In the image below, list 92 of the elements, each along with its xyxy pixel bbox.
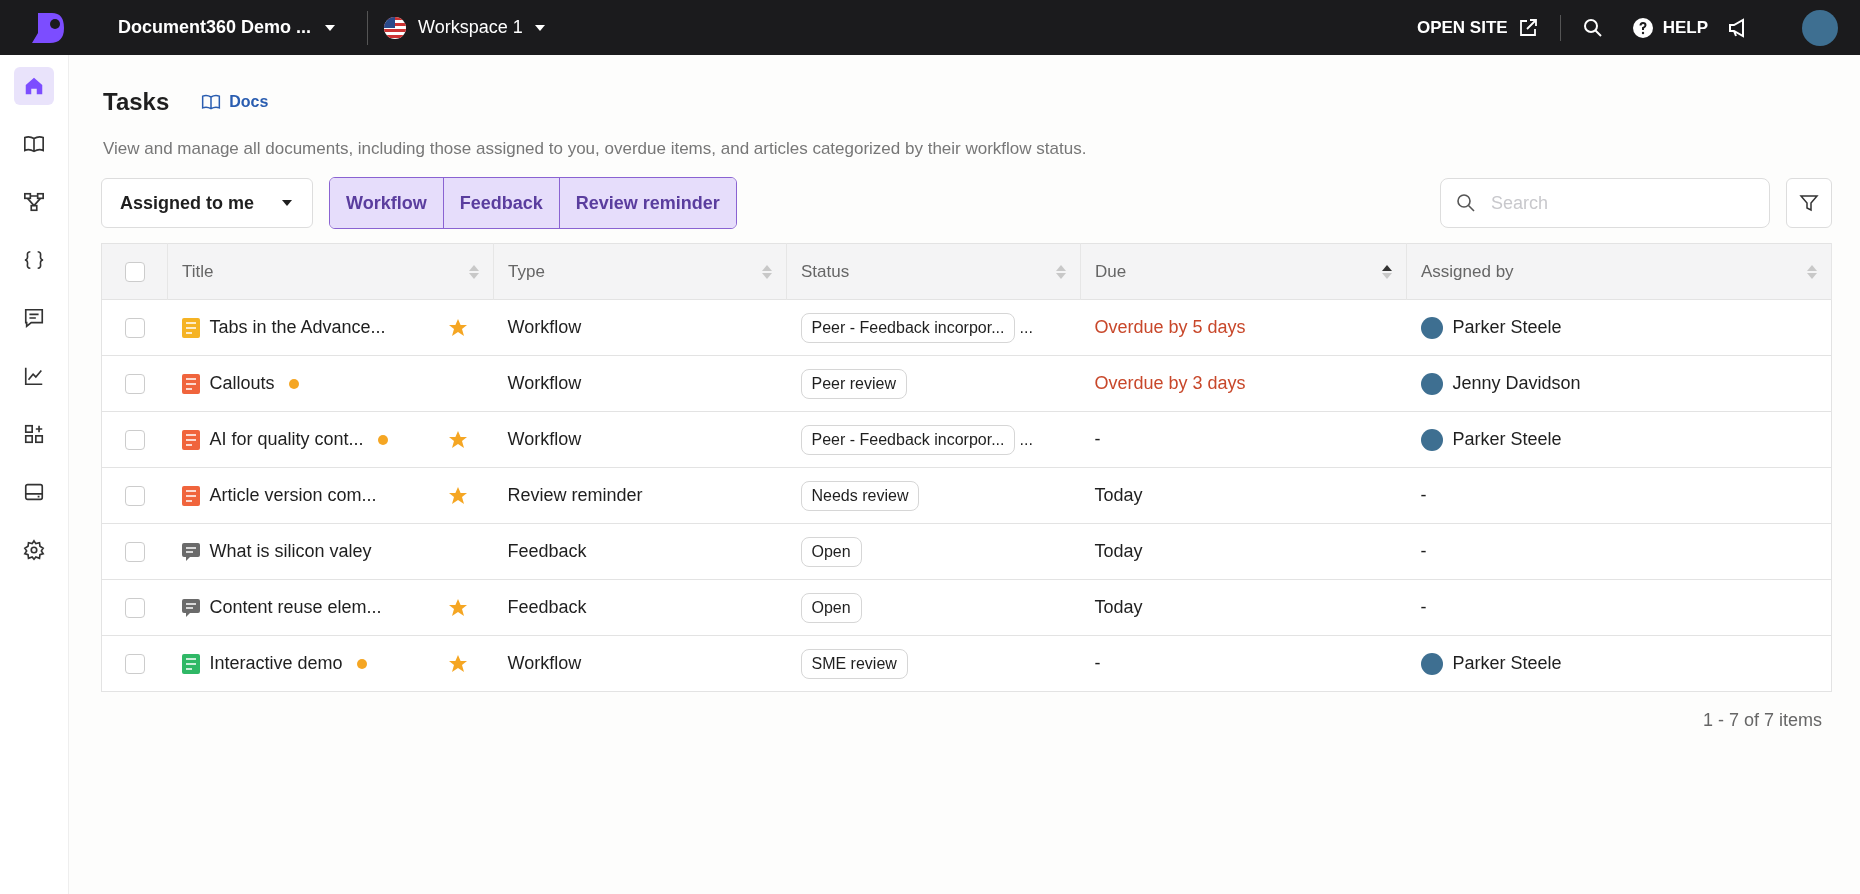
type-cell: Workflow <box>493 635 787 692</box>
docs-link[interactable]: Docs <box>201 92 269 112</box>
star-icon[interactable] <box>447 429 468 450</box>
caret-icon <box>534 24 545 31</box>
type-cell: Workflow <box>493 411 787 468</box>
task-title[interactable]: Article version com... <box>209 485 377 506</box>
due-cell: - <box>1080 635 1407 692</box>
overflow-ellipsis: ... <box>1019 430 1033 448</box>
help-button[interactable]: HELP <box>1632 17 1708 38</box>
due-cell: - <box>1080 411 1407 468</box>
task-title[interactable]: Callouts <box>209 373 275 394</box>
type-filter-toggle[interactable]: Workflow <box>330 178 443 228</box>
star-icon[interactable] <box>447 317 468 338</box>
flag-icon <box>384 16 407 39</box>
search-icon[interactable] <box>1582 17 1603 38</box>
tree-icon <box>23 191 45 213</box>
braces-icon <box>23 249 45 271</box>
row-checkbox[interactable] <box>124 317 145 338</box>
assignee-name: Parker Steele <box>1452 317 1562 338</box>
user-avatar <box>1420 316 1443 339</box>
assignee-name: - <box>1420 597 1427 618</box>
column-header[interactable]: Status <box>786 243 1081 300</box>
filter-button[interactable] <box>1786 178 1832 228</box>
select-all-checkbox[interactable] <box>124 261 145 282</box>
external-link-icon <box>1517 17 1538 38</box>
due-cell: Today <box>1080 579 1407 636</box>
workspace-selector[interactable]: Workspace 1 <box>384 16 545 39</box>
status-tag: SME review <box>800 648 908 679</box>
column-header[interactable]: Assigned by <box>1406 243 1832 300</box>
star-icon[interactable] <box>447 597 468 618</box>
settings-icon <box>23 539 45 561</box>
row-checkbox[interactable] <box>124 373 145 394</box>
home-icon <box>23 75 45 97</box>
column-header[interactable]: Type <box>493 243 787 300</box>
assignee-name: Parker Steele <box>1452 429 1562 450</box>
chart-icon <box>23 365 45 387</box>
due-cell: Overdue by 5 days <box>1080 299 1407 356</box>
page-description: View and manage all documents, including those assigned to you, overdue items, and articles categorized by their workflow status. <box>103 139 1088 159</box>
column-header[interactable]: Due <box>1080 243 1407 300</box>
row-checkbox[interactable] <box>124 541 145 562</box>
row-checkbox[interactable] <box>124 485 145 506</box>
user-avatar[interactable] <box>1802 9 1838 46</box>
task-title[interactable]: What is silicon valey <box>209 541 372 562</box>
row-checkbox[interactable] <box>124 429 145 450</box>
filter-icon <box>1799 193 1819 213</box>
assignee-name: Jenny Davidson <box>1452 373 1581 394</box>
type-cell: Workflow <box>493 299 787 356</box>
caret-icon <box>282 200 292 206</box>
star-icon[interactable] <box>447 653 468 674</box>
book-icon <box>201 92 222 112</box>
type-filter-toggle[interactable]: Feedback <box>442 178 559 228</box>
book-icon <box>23 133 45 155</box>
page-title: Tasks <box>103 88 170 116</box>
column-header[interactable]: Title <box>167 243 494 300</box>
task-title[interactable]: Tabs in the Advance... <box>209 317 386 338</box>
status-tag: Open <box>800 592 862 623</box>
status-tag: Peer review <box>800 368 907 399</box>
search-icon <box>1456 193 1476 213</box>
type-cell: Review reminder <box>493 467 787 524</box>
drive-icon <box>23 481 45 503</box>
task-title[interactable]: AI for quality cont... <box>209 429 364 450</box>
due-cell: Overdue by 3 days <box>1080 355 1407 412</box>
row-checkbox[interactable] <box>124 653 145 674</box>
overflow-ellipsis: ... <box>1019 318 1033 336</box>
type-cell: Feedback <box>493 523 787 580</box>
status-tag: Peer - Feedback incorpor... <box>800 312 1016 343</box>
task-title[interactable]: Content reuse elem... <box>209 597 382 618</box>
assignment-dropdown[interactable]: Assigned to me <box>101 178 313 228</box>
user-avatar <box>1420 372 1443 395</box>
status-tag: Open <box>800 536 862 567</box>
type-filter-toggle[interactable]: Review reminder <box>558 178 736 228</box>
task-title[interactable]: Interactive demo <box>209 653 343 674</box>
status-tag: Peer - Feedback incorpor... <box>800 424 1016 455</box>
project-selector[interactable]: Document360 Demo ... <box>118 17 336 38</box>
user-avatar <box>1420 428 1443 451</box>
star-icon[interactable] <box>447 485 468 506</box>
type-cell: Workflow <box>493 355 787 412</box>
assignee-name: - <box>1420 541 1427 562</box>
status-tag: Needs review <box>800 480 920 511</box>
question-icon <box>1632 17 1653 38</box>
assignee-name: - <box>1420 485 1427 506</box>
apps-icon <box>23 423 45 445</box>
open-site-link[interactable]: OPEN SITE <box>1416 17 1538 38</box>
due-cell: Today <box>1080 467 1407 524</box>
type-cell: Feedback <box>493 579 787 636</box>
pagination-summary: 1 - 7 of 7 items <box>1701 710 1823 731</box>
row-checkbox[interactable] <box>124 597 145 618</box>
caret-icon <box>325 24 336 31</box>
due-cell: Today <box>1080 523 1407 580</box>
assignee-name: Parker Steele <box>1452 653 1562 674</box>
comment-icon <box>23 307 45 329</box>
user-avatar <box>1420 652 1443 675</box>
